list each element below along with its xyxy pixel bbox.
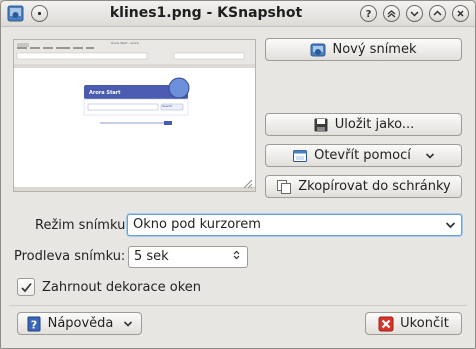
svg-text:?: ? xyxy=(30,318,36,331)
keep-above-button[interactable] xyxy=(383,5,400,22)
ksnapshot-window: klines1.png - KSnapshot ? Arora Start Ar… xyxy=(0,0,476,349)
new-snapshot-label: Nový snímek xyxy=(332,42,417,57)
minimize-button[interactable] xyxy=(406,5,423,22)
quit-icon xyxy=(378,316,394,331)
window-menu-button[interactable] xyxy=(31,5,48,22)
copy-to-clipboard-button[interactable]: Zkopírovat do schránky xyxy=(265,175,462,198)
save-as-label: Uložit jako... xyxy=(334,117,415,132)
open-with-button[interactable]: Otevřít pomocí xyxy=(265,144,462,167)
title-bar[interactable]: klines1.png - KSnapshot ? xyxy=(1,1,475,27)
camera-icon xyxy=(310,43,326,56)
help-label: Nápověda xyxy=(47,316,114,331)
preview-page-heading: Arora Start xyxy=(89,90,121,96)
copy-icon xyxy=(277,179,292,194)
preview-search-button: Search xyxy=(162,104,173,108)
chevron-down-icon xyxy=(124,320,133,327)
help-button[interactable]: ? Nápověda xyxy=(17,312,142,335)
copy-to-clipboard-label: Zkopírovat do schránky xyxy=(298,179,451,194)
capture-mode-value: Okno pod kurzorem xyxy=(133,217,261,232)
save-icon xyxy=(314,118,328,131)
snapshot-delay-spinbox[interactable]: 5 sek xyxy=(128,246,248,268)
checkmark-icon xyxy=(21,282,32,293)
capture-mode-label: Režim snímku: xyxy=(35,218,130,233)
chevron-down-icon xyxy=(445,222,456,229)
preview-image xyxy=(14,40,255,191)
spin-arrows-icon[interactable] xyxy=(231,250,242,260)
save-as-button[interactable]: Uložit jako... xyxy=(265,113,462,136)
maximize-icon xyxy=(433,10,442,16)
ksnapshot-icon[interactable] xyxy=(7,5,24,22)
help-titlebar-button[interactable]: ? xyxy=(360,5,377,22)
close-button[interactable] xyxy=(452,5,469,22)
snapshot-delay-value: 5 sek xyxy=(134,249,169,264)
include-decorations-checkbox[interactable] xyxy=(17,278,35,296)
minimize-icon xyxy=(410,11,419,17)
help-book-icon: ? xyxy=(27,316,41,331)
include-decorations-label: Zahrnout dekorace oken xyxy=(42,280,202,295)
help-icon: ? xyxy=(366,9,372,19)
chevrons-up-icon xyxy=(387,10,396,18)
close-icon xyxy=(457,10,464,17)
chevron-down-icon xyxy=(425,152,434,159)
quit-button[interactable]: Ukončit xyxy=(365,312,462,335)
new-snapshot-button[interactable]: Nový snímek xyxy=(265,38,462,61)
divider xyxy=(9,305,467,306)
quit-label: Ukončit xyxy=(400,316,449,331)
snapshot-preview[interactable] xyxy=(13,39,256,192)
open-with-label: Otevřít pomocí xyxy=(314,148,411,163)
svg-text:?: ? xyxy=(366,9,372,19)
maximize-button[interactable] xyxy=(429,5,446,22)
dot-icon xyxy=(37,11,42,16)
resize-grip-icon[interactable] xyxy=(241,177,253,189)
preview-browser-title: Arora Start - Arora xyxy=(111,41,139,45)
snapshot-delay-label: Prodleva snímku: xyxy=(14,249,126,264)
open-icon xyxy=(293,149,308,162)
capture-mode-select[interactable]: Okno pod kurzorem xyxy=(127,214,462,236)
window-title: klines1.png - KSnapshot xyxy=(109,5,303,21)
